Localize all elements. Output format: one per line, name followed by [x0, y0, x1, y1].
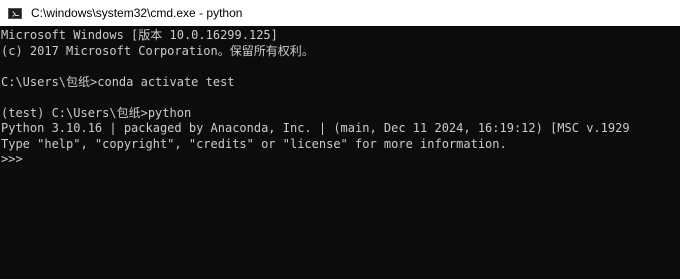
console-line: Type "help", "copyright", "credits" or "… — [1, 136, 507, 151]
console-line: (test) C:\Users\包纸>python — [1, 105, 192, 120]
cmd-window: C:\windows\system32\cmd.exe - python Mic… — [0, 0, 680, 279]
terminal-icon — [8, 7, 22, 19]
console-line: Python 3.10.16 | packaged by Anaconda, I… — [1, 121, 630, 135]
python-prompt[interactable]: >>> — [0, 152, 680, 168]
console-line: C:\Users\包纸>conda activate test — [1, 74, 235, 89]
window-title: C:\windows\system32\cmd.exe - python — [31, 6, 243, 20]
console-line: Microsoft Windows [版本 10.0.16299.125] — [1, 28, 278, 42]
console-line: (c) 2017 Microsoft Corporation。保留所有权利。 — [1, 43, 314, 58]
console-output[interactable]: Microsoft Windows [版本 10.0.16299.125] (c… — [0, 28, 680, 279]
title-bar[interactable]: C:\windows\system32\cmd.exe - python — [0, 0, 680, 26]
